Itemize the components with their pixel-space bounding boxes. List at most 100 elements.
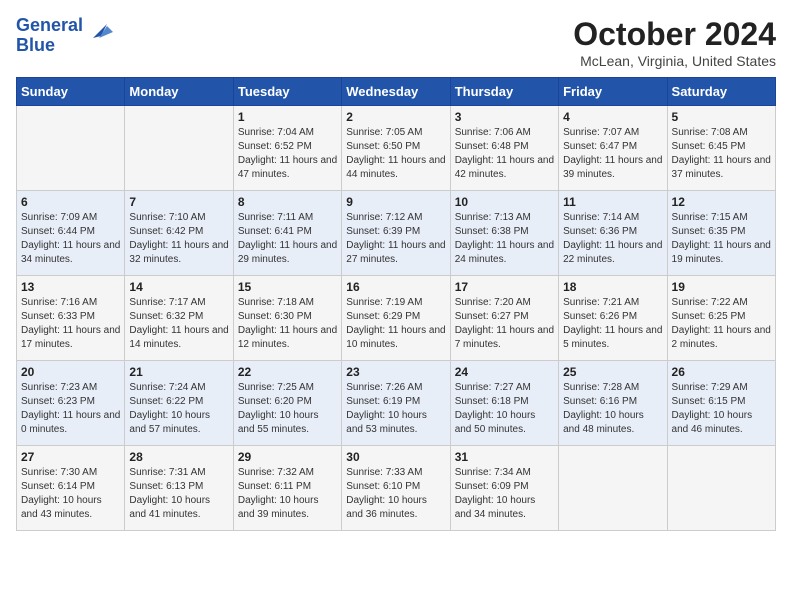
calendar-cell: 11 Sunrise: 7:14 AM Sunset: 6:36 PM Dayli… (559, 191, 667, 276)
day-info: Sunrise: 7:24 AM Sunset: 6:22 PM Dayligh… (129, 381, 228, 437)
day-number: 25 (563, 365, 662, 379)
day-info: Sunrise: 7:21 AM Sunset: 6:26 PM Dayligh… (563, 296, 662, 352)
logo: GeneralBlue (16, 16, 115, 56)
header-row: SundayMondayTuesdayWednesdayThursdayFrid… (17, 78, 776, 106)
calendar-cell: 8Sunrise: 7:11 AM Sunset: 6:41 PM Daylig… (233, 191, 341, 276)
day-info: Sunrise: 7:10 AM Sunset: 6:42 PM Dayligh… (129, 211, 228, 267)
day-number: 8 (238, 195, 337, 209)
page-header: GeneralBlue October 2024 McLean, Virgini… (16, 16, 776, 69)
day-number: 24 (455, 365, 554, 379)
day-number: 27 (21, 450, 120, 464)
calendar-cell: 13 Sunrise: 7:16 AM Sunset: 6:33 PM Dayli… (17, 276, 125, 361)
calendar-cell: 19 Sunrise: 7:22 AM Sunset: 6:25 PM Dayli… (667, 276, 775, 361)
calendar-cell: 15 Sunrise: 7:18 AM Sunset: 6:30 PM Dayli… (233, 276, 341, 361)
day-number: 19 (672, 280, 771, 294)
header-day-thursday: Thursday (450, 78, 558, 106)
day-info: Sunrise: 7:07 AM Sunset: 6:47 PM Dayligh… (563, 126, 662, 182)
day-info: Sunrise: 7:17 AM Sunset: 6:32 PM Dayligh… (129, 296, 228, 352)
day-number: 7 (129, 195, 228, 209)
week-row-2: 6Sunrise: 7:09 AM Sunset: 6:44 PM Daylig… (17, 191, 776, 276)
header-day-sunday: Sunday (17, 78, 125, 106)
day-info: Sunrise: 7:30 AM Sunset: 6:14 PM Dayligh… (21, 466, 120, 522)
day-info: Sunrise: 7:27 AM Sunset: 6:18 PM Dayligh… (455, 381, 554, 437)
calendar-cell (125, 106, 233, 191)
day-number: 16 (346, 280, 445, 294)
calendar-cell: 29 Sunrise: 7:32 AM Sunset: 6:11 PM Dayli… (233, 446, 341, 531)
day-number: 13 (21, 280, 120, 294)
day-info: Sunrise: 7:18 AM Sunset: 6:30 PM Dayligh… (238, 296, 337, 352)
day-info: Sunrise: 7:22 AM Sunset: 6:25 PM Dayligh… (672, 296, 771, 352)
calendar-header: SundayMondayTuesdayWednesdayThursdayFrid… (17, 78, 776, 106)
title-block: October 2024 McLean, Virginia, United St… (573, 16, 776, 69)
day-info: Sunrise: 7:15 AM Sunset: 6:35 PM Dayligh… (672, 211, 771, 267)
day-info: Sunrise: 7:16 AM Sunset: 6:33 PM Dayligh… (21, 296, 120, 352)
day-number: 28 (129, 450, 228, 464)
calendar-cell: 31Sunrise: 7:34 AM Sunset: 6:09 PM Dayli… (450, 446, 558, 531)
logo-text: GeneralBlue (16, 16, 83, 56)
day-number: 14 (129, 280, 228, 294)
calendar-cell (667, 446, 775, 531)
day-number: 26 (672, 365, 771, 379)
calendar-cell: 22 Sunrise: 7:25 AM Sunset: 6:20 PM Dayli… (233, 361, 341, 446)
calendar-cell: 1Sunrise: 7:04 AM Sunset: 6:52 PM Daylig… (233, 106, 341, 191)
day-number: 17 (455, 280, 554, 294)
calendar-cell: 5Sunrise: 7:08 AM Sunset: 6:45 PM Daylig… (667, 106, 775, 191)
calendar-table: SundayMondayTuesdayWednesdayThursdayFrid… (16, 77, 776, 531)
day-number: 29 (238, 450, 337, 464)
calendar-body: 1Sunrise: 7:04 AM Sunset: 6:52 PM Daylig… (17, 106, 776, 531)
day-number: 12 (672, 195, 771, 209)
day-info: Sunrise: 7:26 AM Sunset: 6:19 PM Dayligh… (346, 381, 445, 437)
week-row-1: 1Sunrise: 7:04 AM Sunset: 6:52 PM Daylig… (17, 106, 776, 191)
calendar-cell: 12 Sunrise: 7:15 AM Sunset: 6:35 PM Dayli… (667, 191, 775, 276)
calendar-cell (559, 446, 667, 531)
header-day-wednesday: Wednesday (342, 78, 450, 106)
calendar-cell: 25 Sunrise: 7:28 AM Sunset: 6:16 PM Dayli… (559, 361, 667, 446)
calendar-cell: 10Sunrise: 7:13 AM Sunset: 6:38 PM Dayli… (450, 191, 558, 276)
day-number: 11 (563, 195, 662, 209)
calendar-cell: 6Sunrise: 7:09 AM Sunset: 6:44 PM Daylig… (17, 191, 125, 276)
calendar-cell (17, 106, 125, 191)
calendar-cell: 4 Sunrise: 7:07 AM Sunset: 6:47 PM Daylig… (559, 106, 667, 191)
day-info: Sunrise: 7:28 AM Sunset: 6:16 PM Dayligh… (563, 381, 662, 437)
location: McLean, Virginia, United States (573, 53, 776, 69)
day-number: 10 (455, 195, 554, 209)
day-info: Sunrise: 7:25 AM Sunset: 6:20 PM Dayligh… (238, 381, 337, 437)
day-number: 15 (238, 280, 337, 294)
day-number: 31 (455, 450, 554, 464)
day-info: Sunrise: 7:29 AM Sunset: 6:15 PM Dayligh… (672, 381, 771, 437)
calendar-cell: 17 Sunrise: 7:20 AM Sunset: 6:27 PM Dayli… (450, 276, 558, 361)
calendar-cell: 30Sunrise: 7:33 AM Sunset: 6:10 PM Dayli… (342, 446, 450, 531)
week-row-3: 13 Sunrise: 7:16 AM Sunset: 6:33 PM Dayli… (17, 276, 776, 361)
day-info: Sunrise: 7:05 AM Sunset: 6:50 PM Dayligh… (346, 126, 445, 182)
header-day-tuesday: Tuesday (233, 78, 341, 106)
week-row-5: 27 Sunrise: 7:30 AM Sunset: 6:14 PM Dayli… (17, 446, 776, 531)
calendar-cell: 7 Sunrise: 7:10 AM Sunset: 6:42 PM Daylig… (125, 191, 233, 276)
calendar-cell: 20 Sunrise: 7:23 AM Sunset: 6:23 PM Dayli… (17, 361, 125, 446)
header-day-friday: Friday (559, 78, 667, 106)
day-info: Sunrise: 7:06 AM Sunset: 6:48 PM Dayligh… (455, 126, 554, 182)
calendar-cell: 3Sunrise: 7:06 AM Sunset: 6:48 PM Daylig… (450, 106, 558, 191)
day-info: Sunrise: 7:19 AM Sunset: 6:29 PM Dayligh… (346, 296, 445, 352)
logo-icon (85, 16, 115, 46)
day-number: 2 (346, 110, 445, 124)
day-number: 20 (21, 365, 120, 379)
day-number: 22 (238, 365, 337, 379)
week-row-4: 20 Sunrise: 7:23 AM Sunset: 6:23 PM Dayli… (17, 361, 776, 446)
day-info: Sunrise: 7:20 AM Sunset: 6:27 PM Dayligh… (455, 296, 554, 352)
day-number: 21 (129, 365, 228, 379)
day-info: Sunrise: 7:32 AM Sunset: 6:11 PM Dayligh… (238, 466, 337, 522)
calendar-cell: 14 Sunrise: 7:17 AM Sunset: 6:32 PM Dayli… (125, 276, 233, 361)
day-number: 4 (563, 110, 662, 124)
day-number: 9 (346, 195, 445, 209)
calendar-cell: 9 Sunrise: 7:12 AM Sunset: 6:39 PM Daylig… (342, 191, 450, 276)
day-info: Sunrise: 7:14 AM Sunset: 6:36 PM Dayligh… (563, 211, 662, 267)
day-info: Sunrise: 7:08 AM Sunset: 6:45 PM Dayligh… (672, 126, 771, 182)
calendar-cell: 2 Sunrise: 7:05 AM Sunset: 6:50 PM Daylig… (342, 106, 450, 191)
day-info: Sunrise: 7:09 AM Sunset: 6:44 PM Dayligh… (21, 211, 120, 267)
calendar-cell: 18 Sunrise: 7:21 AM Sunset: 6:26 PM Dayli… (559, 276, 667, 361)
day-info: Sunrise: 7:23 AM Sunset: 6:23 PM Dayligh… (21, 381, 120, 437)
day-info: Sunrise: 7:04 AM Sunset: 6:52 PM Dayligh… (238, 126, 337, 182)
day-number: 18 (563, 280, 662, 294)
day-info: Sunrise: 7:12 AM Sunset: 6:39 PM Dayligh… (346, 211, 445, 267)
calendar-cell: 16 Sunrise: 7:19 AM Sunset: 6:29 PM Dayli… (342, 276, 450, 361)
